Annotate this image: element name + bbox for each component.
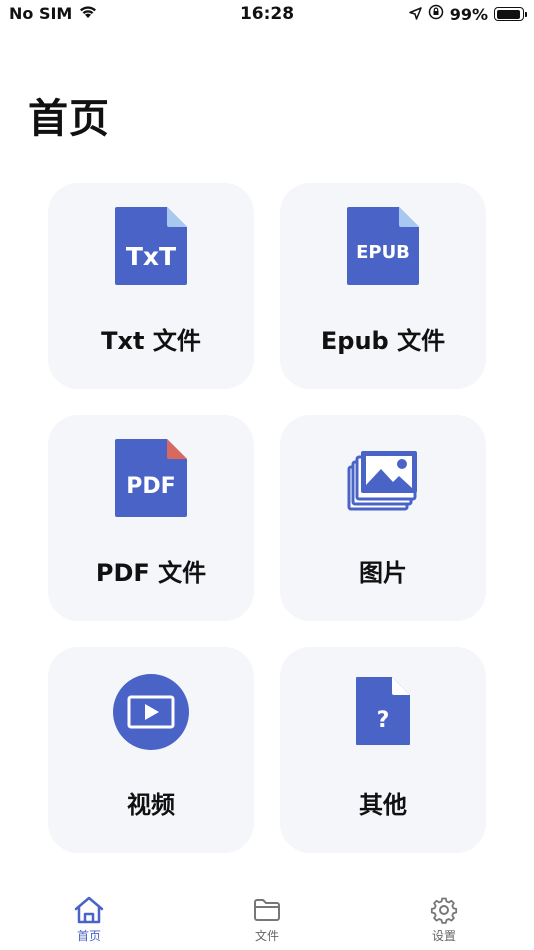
question-mark-text: ? bbox=[377, 708, 390, 733]
txt-icon-text: TxT bbox=[126, 242, 176, 271]
epub-icon-text: EPUB bbox=[356, 242, 410, 263]
pdf-file-card[interactable]: PDF PDF 文件 bbox=[48, 415, 254, 621]
tab-files[interactable]: 文件 bbox=[222, 896, 312, 944]
tab-label: 文件 bbox=[254, 929, 279, 943]
unknown-file-icon: ? bbox=[280, 677, 486, 745]
status-bar: No SIM 16:28 99% bbox=[0, 0, 534, 30]
epub-file-icon: EPUB bbox=[280, 207, 486, 285]
tab-label: 设置 bbox=[431, 929, 456, 943]
card-label: 图片 bbox=[359, 559, 407, 587]
video-play-icon bbox=[48, 673, 254, 751]
images-icon bbox=[280, 449, 486, 511]
txt-file-icon: TxT bbox=[48, 207, 254, 285]
card-label: 视频 bbox=[127, 791, 175, 819]
card-label: PDF 文件 bbox=[95, 559, 207, 587]
pdf-icon-text: PDF bbox=[126, 474, 175, 499]
txt-file-card[interactable]: TxT Txt 文件 bbox=[48, 183, 254, 389]
gear-icon bbox=[430, 897, 458, 924]
location-arrow-icon bbox=[408, 5, 422, 24]
tab-bar: 首页 文件 设置 bbox=[0, 880, 534, 950]
epub-file-card[interactable]: EPUB Epub 文件 bbox=[280, 183, 486, 389]
home-icon bbox=[74, 896, 104, 924]
other-file-card[interactable]: ? 其他 bbox=[280, 647, 486, 853]
tab-home[interactable]: 首页 bbox=[44, 896, 134, 944]
tab-label: 首页 bbox=[76, 929, 101, 943]
tab-settings[interactable]: 设置 bbox=[399, 896, 489, 944]
video-card[interactable]: 视频 bbox=[48, 647, 254, 853]
page-title: 首页 bbox=[28, 96, 110, 142]
orientation-lock-icon bbox=[428, 4, 444, 24]
category-grid: TxT Txt 文件 EPUB Epub 文件 PDF PDF 文件 图片 视频… bbox=[48, 183, 486, 853]
status-right: 99% bbox=[408, 4, 527, 24]
card-label: Epub 文件 bbox=[320, 327, 446, 355]
folder-icon bbox=[254, 899, 280, 921]
images-card[interactable]: 图片 bbox=[280, 415, 486, 621]
card-label: Txt 文件 bbox=[101, 327, 201, 355]
card-label: 其他 bbox=[359, 791, 407, 819]
battery-icon bbox=[494, 7, 527, 21]
pdf-file-icon: PDF bbox=[48, 439, 254, 517]
battery-percent: 99% bbox=[449, 4, 488, 24]
